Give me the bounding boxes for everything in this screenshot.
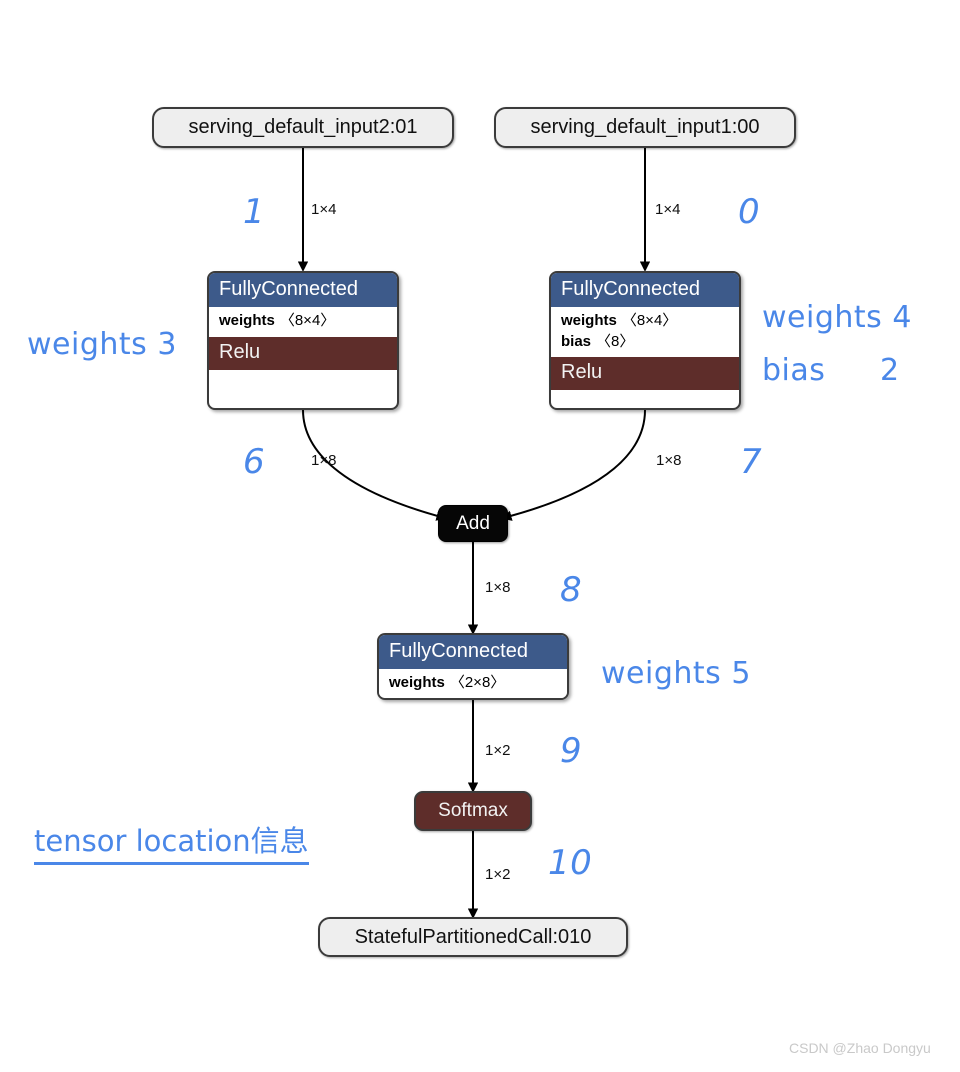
- op-attr-key: weights: [561, 312, 617, 329]
- op-attr-row: weights 〈2×8〉: [389, 673, 557, 694]
- annotation-tensor-index-8: 8: [560, 570, 583, 610]
- op-attr-row: bias 〈8〉: [561, 332, 729, 353]
- op-attr-row: weights 〈8×4〉: [219, 311, 387, 332]
- edge-label-input2-shape: 1×4: [311, 201, 337, 218]
- op-attr-value: 〈8×4〉: [279, 312, 336, 329]
- annotation-tensor-index-10: 10: [548, 843, 593, 883]
- annotation-tensor-index-9: 9: [560, 731, 583, 771]
- op-attr-key: weights: [389, 674, 445, 691]
- edge-label-softmax-out-shape: 1×2: [485, 866, 511, 883]
- annotation-tensor-index-0: 0: [738, 192, 761, 232]
- io-node-label: StatefulPartitionedCall:010: [354, 925, 592, 948]
- graph-canvas: serving_default_input2:01 serving_defaul…: [0, 0, 960, 1072]
- io-node-serving-default-input2[interactable]: serving_default_input2:01: [152, 107, 454, 148]
- op-attr-key: bias: [561, 332, 592, 350]
- edge-label-fc-right-out-shape: 1×8: [656, 452, 682, 469]
- edge-label-fc-bottom-out-shape: 1×2: [485, 742, 511, 759]
- op-node-attributes: weights 〈8×4〉 bias 〈8〉: [551, 307, 739, 358]
- op-attr-row: weights 〈8×4〉: [561, 311, 729, 332]
- annotation-tensor-location-note: tensor location信息: [34, 818, 309, 865]
- edge-label-fc-left-out-shape: 1×8: [311, 452, 337, 469]
- annotation-weights-bottom: weights 5: [601, 656, 751, 691]
- op-node-fully-connected-bottom[interactable]: FullyConnected weights 〈2×8〉: [377, 633, 569, 700]
- annotation-tensor-index-6: 6: [243, 442, 266, 482]
- op-node-attributes: weights 〈2×8〉: [379, 669, 567, 698]
- op-node-softmax[interactable]: Softmax: [414, 791, 532, 831]
- edge-label-add-out-shape: 1×8: [485, 579, 511, 596]
- op-attr-value: 〈8〉: [596, 332, 635, 350]
- op-node-label: Add: [456, 512, 490, 534]
- edge-fc-right-to-add: [501, 409, 646, 521]
- op-node-activation: Relu: [551, 357, 739, 391]
- annotation-bias-right-line2: bias 2: [762, 353, 912, 388]
- annotation-weights-right-line1: weights 4: [762, 300, 912, 335]
- watermark-csdn: CSDN @Zhao Dongyu: [789, 1040, 931, 1056]
- edge-label-input1-shape: 1×4: [655, 201, 681, 218]
- op-node-title: FullyConnected: [209, 273, 397, 307]
- annotation-weights-left: weights 3: [27, 327, 177, 362]
- annotation-tensor-index-7: 7: [740, 442, 763, 482]
- op-node-add[interactable]: Add: [438, 505, 508, 542]
- op-node-attributes: weights 〈8×4〉: [209, 307, 397, 337]
- io-node-serving-default-input1[interactable]: serving_default_input1:00: [494, 107, 796, 148]
- op-attr-value: 〈2×8〉: [449, 674, 506, 691]
- op-node-fully-connected-left[interactable]: FullyConnected weights 〈8×4〉 Relu: [207, 271, 399, 410]
- io-node-label: serving_default_input1:00: [530, 116, 760, 138]
- annotation-tensor-index-1: 1: [243, 192, 266, 232]
- op-attr-value: 〈8×4〉: [621, 312, 678, 329]
- annotation-bias-key: bias: [762, 353, 826, 388]
- io-node-label: serving_default_input2:01: [188, 116, 418, 138]
- io-node-stateful-partitioned-call[interactable]: StatefulPartitionedCall:010: [318, 917, 628, 957]
- op-node-label: Softmax: [438, 800, 508, 821]
- op-node-title: FullyConnected: [379, 635, 567, 669]
- annotation-weights-right: weights 4 bias 2: [762, 300, 912, 388]
- op-node-title: FullyConnected: [551, 273, 739, 307]
- op-attr-key: weights: [219, 312, 275, 329]
- op-node-activation: Relu: [209, 336, 397, 370]
- annotation-bias-value: 2: [880, 353, 900, 388]
- op-node-fully-connected-right[interactable]: FullyConnected weights 〈8×4〉 bias 〈8〉 Relu: [549, 271, 741, 410]
